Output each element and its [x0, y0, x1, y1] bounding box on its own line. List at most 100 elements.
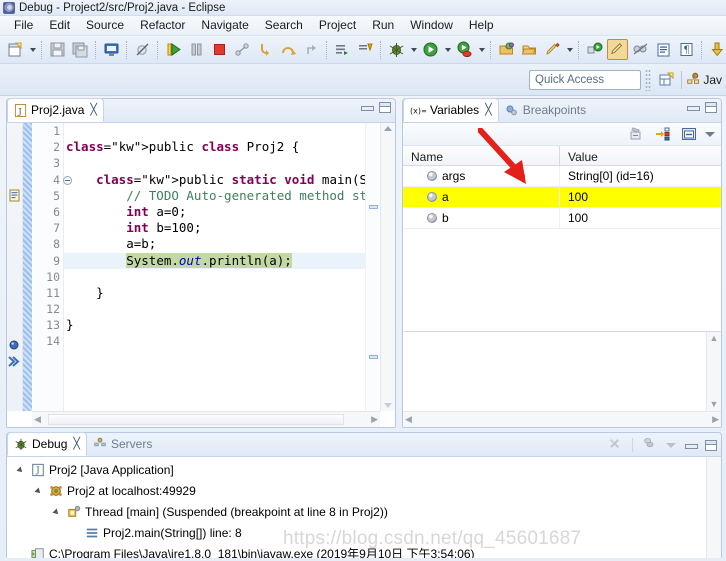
external-tools-icon[interactable] — [584, 39, 605, 60]
editor-hscroll-thumb[interactable] — [48, 414, 344, 425]
layout-icon[interactable] — [680, 125, 698, 143]
last-edit-icon[interactable] — [707, 39, 726, 60]
maximize-icon[interactable] — [705, 439, 717, 451]
scroll-down-arrow-icon[interactable]: ▼ — [710, 400, 719, 409]
build-all-icon[interactable] — [332, 39, 353, 60]
editor-horizontal-scrollbar[interactable]: ◀ ▶ — [32, 411, 380, 427]
suspend-icon[interactable] — [186, 39, 207, 60]
tab-debug[interactable]: Debug ╳ — [7, 432, 87, 456]
debug-tree-node[interactable]: Proj2.main(String[]) line: 8 — [7, 522, 721, 543]
new-wizard-icon[interactable] — [5, 39, 26, 60]
debug-vertical-scrollbar[interactable] — [706, 457, 721, 558]
run-dropdown-icon[interactable] — [442, 39, 453, 60]
detail-horizontal-scrollbar[interactable]: ◀ ▶ — [403, 411, 721, 427]
menu-project[interactable]: Project — [311, 17, 364, 34]
save-icon[interactable] — [47, 39, 68, 60]
coverage-dropdown-icon[interactable] — [476, 39, 487, 60]
column-header-value[interactable]: Value — [560, 146, 721, 165]
variable-value-cell[interactable]: 100 — [560, 211, 721, 225]
editor-vertical-scrollbar[interactable] — [380, 123, 395, 411]
variables-detail-pane[interactable]: ▲ ▼ ◀ ▶ — [403, 331, 721, 427]
code-line[interactable] — [64, 333, 365, 349]
variables-table-body[interactable]: args String[0] (id=16) a 100 b 100 — [403, 166, 721, 330]
debug-dropdown-icon[interactable] — [408, 39, 419, 60]
maximize-icon[interactable] — [379, 102, 391, 113]
overview-marker-breakpoint[interactable] — [369, 355, 378, 359]
variable-name-cell[interactable]: b — [403, 208, 560, 228]
scroll-left-arrow-icon[interactable]: ◀ — [34, 415, 41, 424]
scroll-up-arrow-icon[interactable]: ▲ — [710, 334, 719, 343]
variable-value-cell[interactable]: String[0] (id=16) — [560, 169, 721, 183]
scroll-left-arrow-icon[interactable]: ◀ — [405, 415, 412, 424]
remove-all-terminated-icon[interactable] — [608, 436, 623, 454]
close-icon[interactable]: ╳ — [485, 104, 492, 116]
search-pencil-icon[interactable] — [542, 39, 563, 60]
code-line[interactable]: a=b; — [64, 236, 365, 252]
code-line[interactable] — [64, 301, 365, 317]
code-line[interactable]: int a=0; — [64, 204, 365, 220]
step-over-icon[interactable] — [278, 39, 299, 60]
code-line[interactable] — [64, 155, 365, 171]
toolbar-drag-handle[interactable] — [645, 68, 651, 91]
quick-access-input[interactable]: Quick Access — [535, 74, 604, 86]
scroll-down-arrow-icon[interactable] — [384, 403, 392, 408]
open-task-icon[interactable] — [519, 39, 540, 60]
table-row[interactable]: a 100 — [403, 187, 721, 208]
code-line[interactable]: class="kw">public class Proj2 { — [64, 139, 365, 155]
tab-proj2-java[interactable]: J Proj2.java ╳ — [7, 98, 104, 122]
expand-twisty-icon[interactable] — [34, 486, 45, 496]
code-line[interactable] — [64, 123, 365, 139]
editor-overview-ruler[interactable] — [365, 123, 380, 411]
next-annotation-icon[interactable] — [355, 39, 376, 60]
editor-annotation-ruler[interactable] — [7, 123, 23, 411]
menu-run[interactable]: Run — [364, 17, 402, 34]
menu-source[interactable]: Source — [78, 17, 132, 34]
code-line[interactable]: // TODO Auto-generated method stub — [64, 188, 365, 204]
resume-icon[interactable] — [163, 39, 184, 60]
close-icon[interactable]: ╳ — [90, 104, 97, 116]
run-coverage-icon[interactable] — [454, 39, 475, 60]
scroll-right-arrow-icon[interactable]: ▶ — [371, 415, 378, 424]
close-icon[interactable]: ╳ — [73, 438, 80, 450]
minimize-icon[interactable] — [687, 103, 700, 112]
debug-tree-node[interactable]: J Proj2 [Java Application] — [7, 459, 721, 480]
search-dropdown-icon[interactable] — [564, 39, 575, 60]
editor-code-area[interactable]: class="kw">public class Proj2 { class="k… — [64, 123, 365, 411]
code-line[interactable]: } — [64, 317, 365, 333]
variable-name-cell[interactable]: a — [403, 187, 560, 207]
debug-tree-node[interactable]: Thread [main] (Suspended (breakpoint at … — [7, 501, 721, 522]
column-header-name[interactable]: Name — [403, 146, 560, 165]
tab-breakpoints[interactable]: Breakpoints — [499, 98, 592, 122]
code-line[interactable]: class="kw">public static void main(Strin… — [64, 172, 365, 188]
maximize-icon[interactable] — [705, 102, 717, 113]
editor-breakpoint-strip[interactable] — [23, 123, 32, 411]
link-with-editor-icon[interactable] — [630, 39, 651, 60]
detail-vertical-scrollbar[interactable]: ▲ ▼ — [706, 332, 721, 411]
show-whitespace-icon[interactable] — [653, 39, 674, 60]
open-type-icon[interactable] — [496, 39, 517, 60]
variable-name-cell[interactable]: args — [403, 166, 560, 186]
console-icon[interactable] — [101, 39, 122, 60]
minimize-icon[interactable] — [361, 103, 374, 112]
menu-window[interactable]: Window — [402, 17, 461, 34]
collapse-all-icon[interactable] — [628, 125, 646, 143]
table-row[interactable]: args String[0] (id=16) — [403, 166, 721, 187]
toggle-mark-occurrences-icon[interactable] — [607, 39, 628, 60]
tab-servers[interactable]: Servers — [87, 432, 158, 456]
debug-icon[interactable] — [386, 39, 407, 60]
expand-twisty-icon[interactable] — [16, 465, 27, 475]
save-all-icon[interactable] — [70, 39, 91, 60]
show-logical-structure-icon[interactable] — [654, 125, 672, 143]
debug-tree-node[interactable]: Proj2 at localhost:49929 — [7, 480, 721, 501]
new-wizard-dropdown-icon[interactable] — [27, 39, 38, 60]
code-line[interactable]: int b=100; — [64, 220, 365, 236]
step-return-icon[interactable] — [301, 39, 322, 60]
scroll-up-arrow-icon[interactable] — [384, 126, 392, 131]
tab-variables[interactable]: (x)= Variables ╳ — [403, 98, 499, 122]
open-perspective-icon[interactable] — [655, 69, 677, 91]
search-input-wrapper[interactable]: Quick Access — [529, 69, 641, 90]
menu-refactor[interactable]: Refactor — [132, 17, 193, 34]
skip-breakpoints-icon[interactable] — [132, 39, 153, 60]
pilcrow-icon[interactable]: ¶ — [676, 39, 697, 60]
terminate-icon[interactable] — [209, 39, 230, 60]
